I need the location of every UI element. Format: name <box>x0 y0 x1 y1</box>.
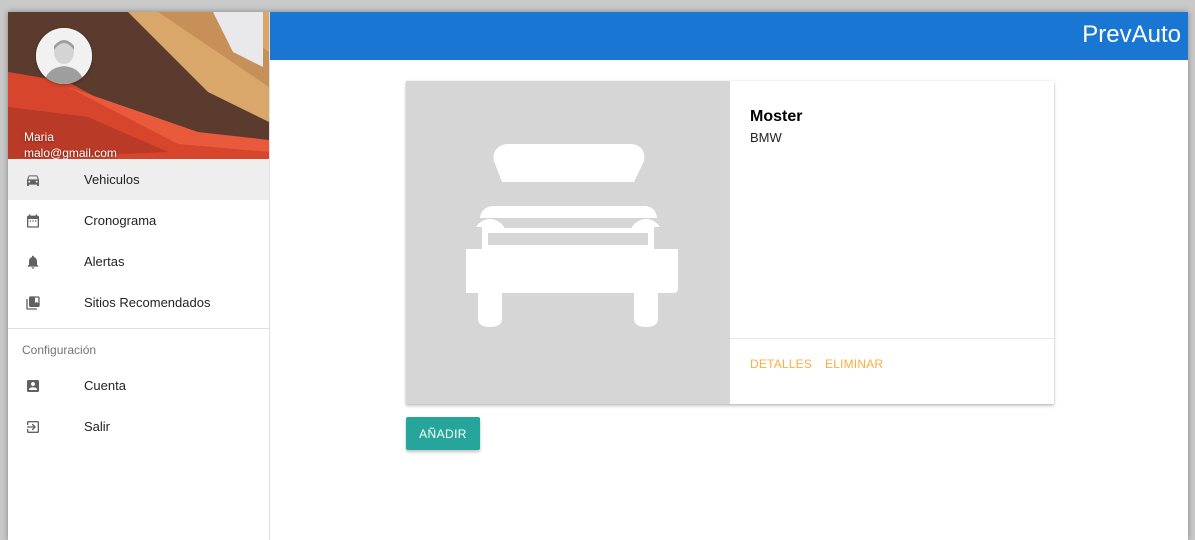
sidebar-item-label: Cronograma <box>84 213 157 228</box>
vehicle-card-actions: DETALLES ELIMINAR <box>730 338 1054 387</box>
car-icon <box>27 174 39 186</box>
settings-subheader: Configuración <box>22 343 97 357</box>
vehicle-name: Moster <box>750 108 803 125</box>
avatar[interactable] <box>36 28 92 84</box>
app-brand-title[interactable]: PrevAuto <box>1082 21 1181 49</box>
sidebar-item-vehiculos[interactable]: Vehiculos <box>8 159 269 200</box>
calendar-icon <box>27 213 39 228</box>
car-placeholder-icon <box>456 144 680 327</box>
sidebar-item-label: Salir <box>84 419 111 434</box>
sidebar-item-label: Vehiculos <box>84 172 140 187</box>
sidebar-item-sitios-recomendados[interactable]: Sitios Recomendados <box>8 282 269 323</box>
library-icon <box>26 295 40 310</box>
sidebar-item-label: Cuenta <box>84 378 126 393</box>
vehicle-brand: BMW <box>750 130 782 145</box>
sidebar-item-cuenta[interactable]: Cuenta <box>8 365 269 406</box>
add-vehicle-button[interactable]: AÑADIR <box>406 417 480 450</box>
vehicle-image <box>406 81 730 404</box>
sidebar-item-label: Alertas <box>84 254 125 269</box>
exit-icon <box>27 420 39 433</box>
sidebar-item-cronograma[interactable]: Cronograma <box>8 200 269 241</box>
vehicle-card-content: Moster BMW DETALLES ELIMINAR <box>730 81 1054 404</box>
sidebar-divider <box>8 328 269 329</box>
user-email: malo@gmail.com <box>24 146 117 159</box>
account-box-icon <box>27 379 39 392</box>
sidebar-item-salir[interactable]: Salir <box>8 406 269 447</box>
sidebar-item-label: Sitios Recomendados <box>84 295 211 310</box>
bell-icon <box>27 255 39 269</box>
app-window: Maria malo@gmail.com Vehiculos Cronogram… <box>8 12 1188 540</box>
delete-button[interactable]: ELIMINAR <box>825 357 883 371</box>
sidebar-item-alertas[interactable]: Alertas <box>8 241 269 282</box>
details-button[interactable]: DETALLES <box>750 357 812 371</box>
user-name: Maria <box>24 130 55 144</box>
sidebar: Maria malo@gmail.com Vehiculos Cronogram… <box>8 12 270 540</box>
top-app-bar: PrevAuto <box>270 12 1188 60</box>
avatar-person-icon <box>36 28 92 84</box>
user-profile-header: Maria malo@gmail.com <box>8 12 269 159</box>
settings-nav: Cuenta Salir <box>8 365 269 447</box>
vehicle-card: Moster BMW DETALLES ELIMINAR <box>406 81 1054 404</box>
main-nav: Vehiculos Cronograma Alertas Sitios Reco… <box>8 159 269 323</box>
